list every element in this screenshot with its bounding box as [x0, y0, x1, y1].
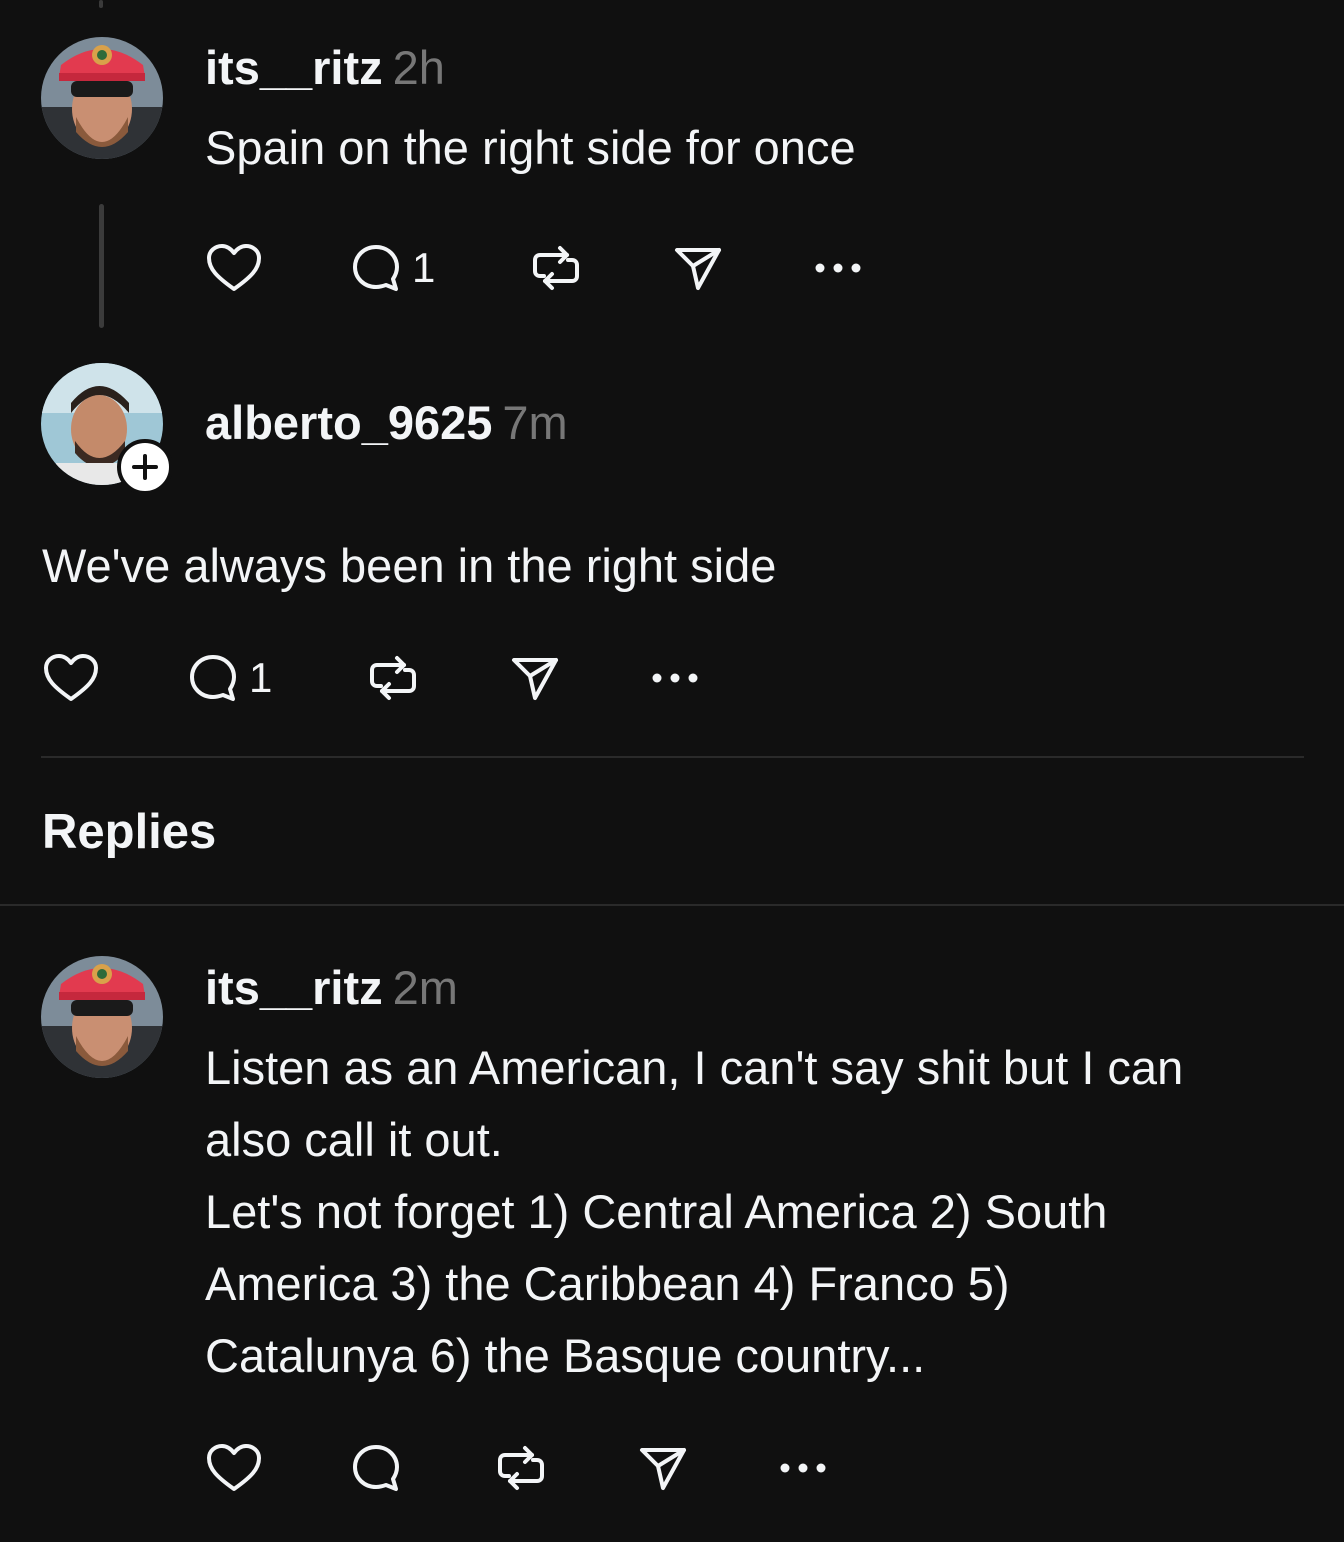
share-button[interactable] — [637, 1436, 779, 1500]
reply-text-line: Catalunya 6) the Basque country... — [205, 1329, 926, 1382]
share-button[interactable] — [509, 646, 651, 710]
reply-actions — [205, 1436, 839, 1500]
more-button[interactable] — [651, 646, 711, 710]
reply-text: Listen as an American, I can't say shit … — [205, 1032, 1315, 1392]
plus-icon — [132, 454, 158, 480]
send-icon — [640, 1448, 686, 1490]
reply-count: 1 — [412, 244, 436, 291]
avatar-photo-icon — [41, 37, 163, 159]
repost-button[interactable] — [367, 646, 509, 710]
like-button[interactable] — [205, 236, 350, 300]
post-header: alberto_9625 7m — [205, 395, 568, 451]
reply-text-line: Listen as an American, I can't say shit … — [205, 1041, 1184, 1094]
comment-icon — [190, 655, 236, 701]
more-button[interactable] — [814, 236, 874, 300]
more-icon — [652, 673, 698, 683]
more-icon — [780, 1463, 826, 1473]
share-button[interactable] — [672, 236, 814, 300]
heart-icon — [207, 244, 261, 291]
reply-text-line: Let's not forget 1) Central America 2) S… — [205, 1185, 1108, 1238]
like-button[interactable] — [42, 646, 187, 710]
comment-button[interactable]: 1 — [350, 236, 530, 300]
post-text: We've always been in the right side — [42, 539, 777, 592]
repost-icon — [498, 1446, 544, 1490]
divider — [41, 756, 1304, 758]
replies-heading: Replies — [42, 805, 217, 859]
avatar-its-ritz[interactable] — [41, 37, 163, 159]
timestamp: 2m — [392, 961, 458, 1014]
avatar-its-ritz[interactable] — [41, 956, 163, 1078]
thread-connector-top — [99, 0, 103, 8]
username[interactable]: its__ritz — [205, 41, 383, 94]
avatar-photo-icon — [41, 956, 163, 1078]
send-icon — [675, 248, 721, 290]
reply-header: its__ritz 2m — [205, 960, 458, 1016]
post-header: its__ritz 2h — [205, 40, 445, 96]
post-text: Spain on the right side for once — [205, 121, 856, 174]
send-icon — [512, 658, 558, 700]
timestamp: 7m — [502, 396, 568, 449]
comment-button[interactable] — [350, 1436, 495, 1500]
username[interactable]: alberto_9625 — [205, 396, 492, 449]
heart-icon — [207, 1444, 261, 1491]
more-button[interactable] — [779, 1436, 839, 1500]
repost-icon — [370, 656, 416, 700]
reply-text-line: America 3) the Caribbean 4) Franco 5) — [205, 1257, 1010, 1310]
follow-button[interactable] — [117, 439, 173, 495]
reply-text-line: also call it out. — [205, 1113, 503, 1166]
timestamp: 2h — [392, 41, 445, 94]
repost-icon — [533, 246, 579, 290]
repost-button[interactable] — [530, 236, 672, 300]
comment-button[interactable]: 1 — [187, 646, 367, 710]
like-button[interactable] — [205, 1436, 350, 1500]
heart-icon — [44, 654, 98, 701]
thread-connector — [99, 204, 104, 328]
divider — [0, 904, 1344, 906]
username[interactable]: its__ritz — [205, 961, 383, 1014]
post-actions: 1 — [205, 236, 874, 300]
comment-icon — [353, 1445, 399, 1491]
repost-button[interactable] — [495, 1436, 637, 1500]
post-actions: 1 — [42, 646, 711, 710]
comment-icon — [353, 245, 399, 291]
more-icon — [815, 263, 861, 273]
reply-count: 1 — [249, 654, 273, 701]
